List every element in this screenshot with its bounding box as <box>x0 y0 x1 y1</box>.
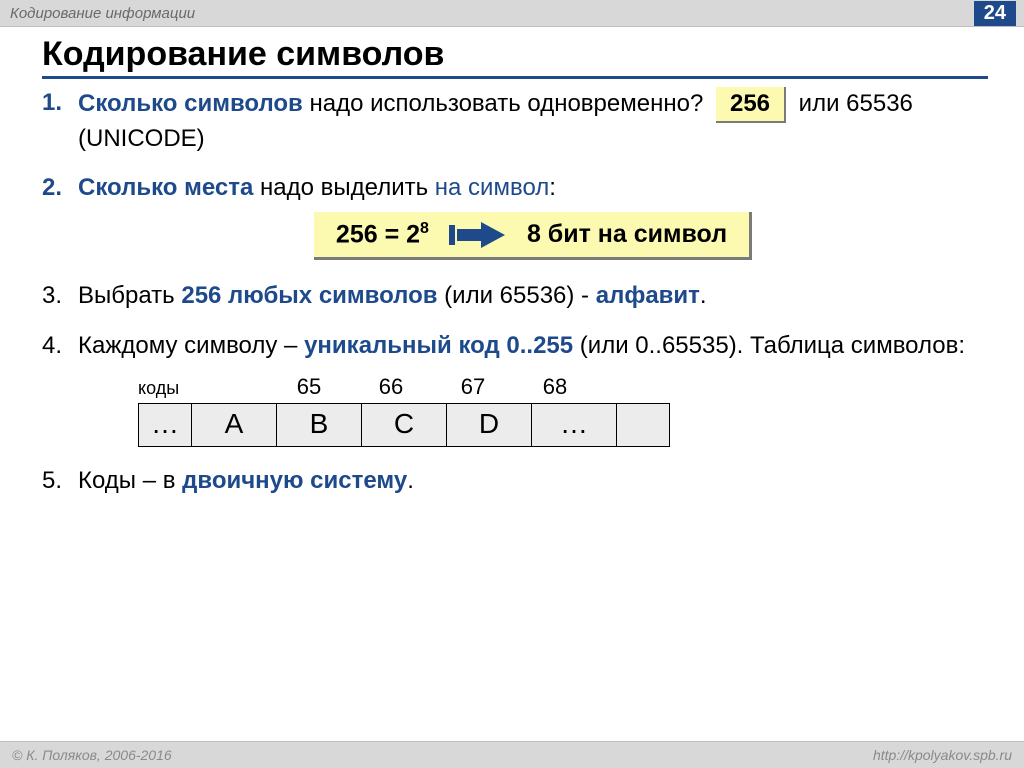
char-table-wrap: коды 65 66 67 68 … A B C D … <box>138 372 988 447</box>
char-cell: B <box>277 403 362 446</box>
item-number: 3. <box>42 280 78 312</box>
arrow-right-icon <box>449 220 507 250</box>
text: уникальный код 0..255 <box>304 332 573 359</box>
slide-content: Кодирование символов 1. Сколько символов… <box>0 27 1024 496</box>
text: двоичную систему <box>182 467 407 494</box>
item-number: 4. <box>42 330 78 447</box>
char-cell: … <box>139 403 192 446</box>
code-value: 65 <box>268 372 350 401</box>
text: . <box>407 467 414 494</box>
text: надо выделить <box>253 174 434 201</box>
header-title: Кодирование информации <box>10 5 195 22</box>
char-cell <box>617 403 670 446</box>
text: Каждому символу – <box>78 332 304 359</box>
slide-header: Кодирование информации 24 <box>0 0 1024 27</box>
char-cell: C <box>362 403 447 446</box>
char-cell: A <box>192 403 277 446</box>
text: : <box>549 174 556 201</box>
text: Сколько места <box>78 174 253 201</box>
text: Коды – в <box>78 467 182 494</box>
item-number: 1. <box>42 87 78 154</box>
code-value: 66 <box>350 372 432 401</box>
text: (или 65536) - <box>438 282 596 309</box>
char-table: … A B C D … <box>138 403 670 447</box>
item-4: 4. Каждому символу – уникальный код 0..2… <box>42 330 988 447</box>
slide-title: Кодирование символов <box>42 35 988 79</box>
char-cell: D <box>447 403 532 446</box>
text: . <box>700 282 707 309</box>
char-cell: … <box>532 403 617 446</box>
text: Сколько символов <box>78 90 303 117</box>
text: Выбрать <box>78 282 181 309</box>
codes-label: коды <box>138 377 268 401</box>
text: (или 0..65535). Таблица символов: <box>573 332 965 359</box>
footer-copyright: © К. Поляков, 2006-2016 <box>12 747 172 763</box>
text: на символ <box>435 174 549 201</box>
item-2: 2. Сколько места надо выделить на символ… <box>42 172 988 262</box>
slide-footer: © К. Поляков, 2006-2016 http://kpolyakov… <box>0 741 1024 768</box>
item-1: 1. Сколько символов надо использовать од… <box>42 87 988 154</box>
item-5: 5. Коды – в двоичную систему. <box>42 465 988 497</box>
text: 256 любых символов <box>181 282 437 309</box>
main-list: 1. Сколько символов надо использовать од… <box>42 87 988 496</box>
code-value: 68 <box>514 372 596 401</box>
page-number: 24 <box>974 1 1016 26</box>
text: надо использовать одновременно? <box>303 90 710 117</box>
item-number: 2. <box>42 172 78 262</box>
item-3: 3. Выбрать 256 любых символов (или 65536… <box>42 280 988 312</box>
text: алфавит <box>596 282 700 309</box>
highlight-box: 256 <box>716 87 786 123</box>
formula-box: 256 = 28 8 бит на символ <box>314 212 752 260</box>
item-number: 5. <box>42 465 78 497</box>
formula-left: 256 = 28 <box>336 218 429 251</box>
formula-right: 8 бит на символ <box>527 218 727 251</box>
footer-url: http://kpolyakov.spb.ru <box>873 747 1012 763</box>
code-value: 67 <box>432 372 514 401</box>
